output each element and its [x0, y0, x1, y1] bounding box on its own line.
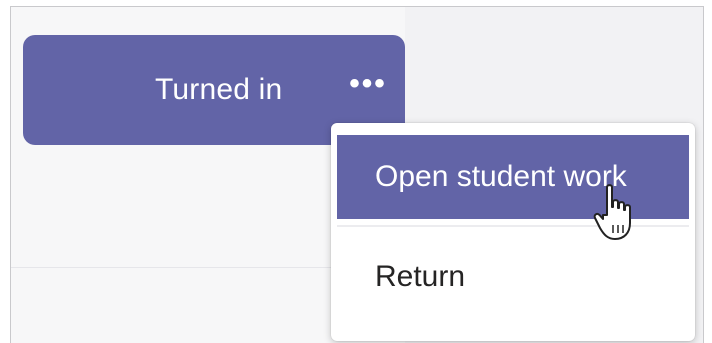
status-label: Turned in: [155, 73, 283, 106]
menu-item-label: Return: [375, 260, 466, 293]
more-options-icon[interactable]: •••: [343, 69, 393, 105]
return-menu-item[interactable]: Return: [337, 235, 689, 319]
context-menu: Open student work Return: [331, 123, 695, 341]
assignment-grid-frame: Turned in ••• Open student work Return: [10, 6, 704, 343]
menu-item-label: Open student work: [375, 160, 627, 193]
open-student-work-menu-item[interactable]: Open student work: [337, 135, 689, 240]
hand-pointer-icon: [593, 184, 631, 240]
